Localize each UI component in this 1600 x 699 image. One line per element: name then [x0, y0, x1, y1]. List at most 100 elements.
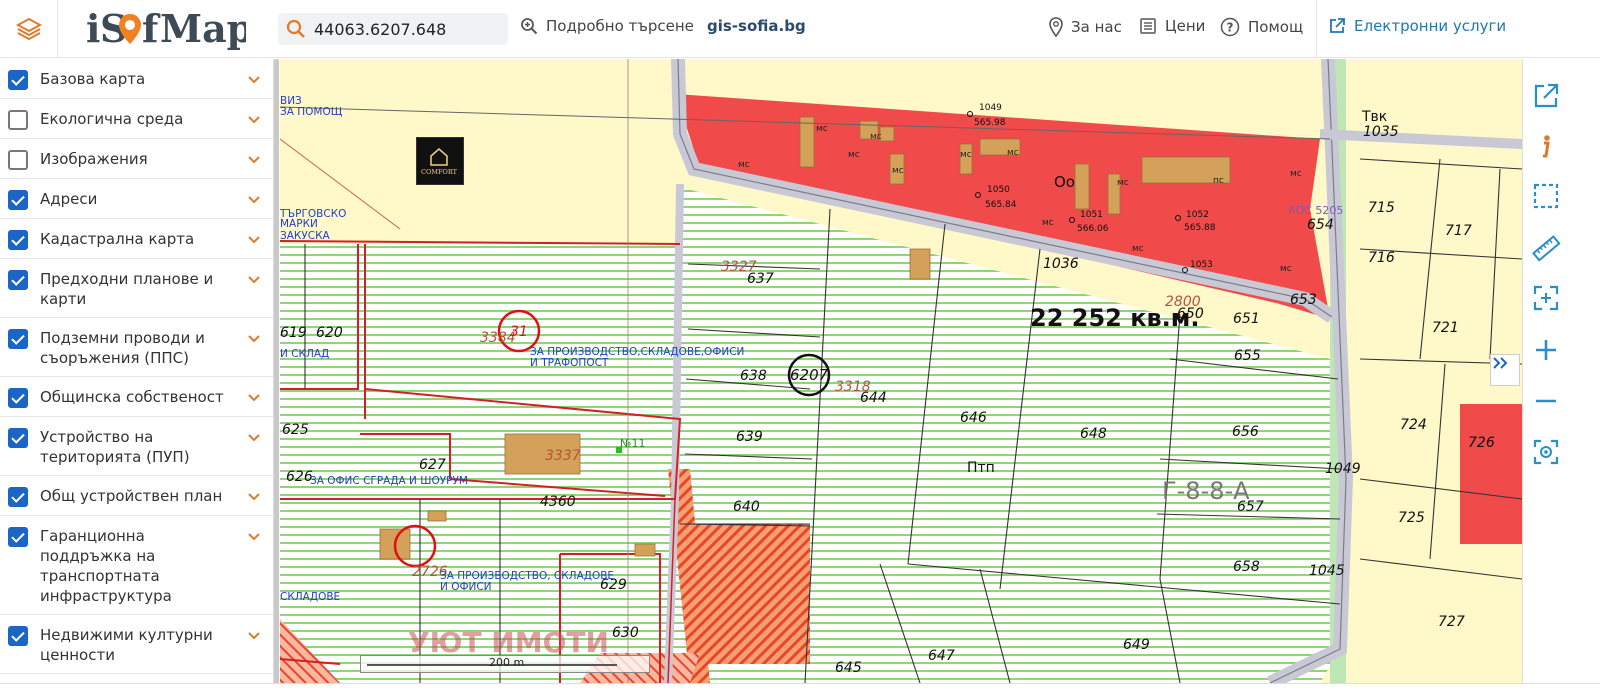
layer-checkbox[interactable] [8, 270, 28, 290]
svg-text:мс: мс [892, 166, 904, 176]
map-canvas[interactable]: мс мс мс мс мс мс мс мс пс мс мс мс мс 1049 565.9… [280, 59, 1522, 683]
measure-button[interactable] [1529, 231, 1563, 265]
layer-row[interactable]: Предходни планове и карти [0, 259, 273, 318]
layer-row[interactable]: Изображения [0, 139, 273, 179]
chevron-down-icon[interactable] [247, 530, 261, 544]
layer-checkbox[interactable] [8, 428, 28, 448]
parcel-label: 725 [1398, 510, 1425, 526]
parcel-label: 647 [928, 648, 955, 664]
chevron-down-icon[interactable] [247, 153, 261, 167]
price-list-icon [1140, 18, 1156, 34]
svg-text:пс: пс [1213, 176, 1224, 186]
locate-button[interactable] [1529, 435, 1563, 469]
chevron-down-icon[interactable] [247, 332, 261, 346]
layer-checkbox[interactable] [8, 150, 28, 170]
parcel-label: 639 [736, 429, 763, 445]
layer-row[interactable]: Общ устройствен план [0, 476, 273, 516]
select-area-button[interactable] [1529, 179, 1563, 213]
layer-row[interactable]: Общинска собственост [0, 377, 273, 417]
layer-row[interactable]: Базова карта [0, 59, 273, 99]
parcel-label: 648 [1080, 426, 1107, 442]
chevron-down-icon[interactable] [247, 273, 261, 287]
layer-row[interactable]: Гаранционна поддръжка на транспортната и… [0, 516, 273, 615]
layer-checkbox[interactable] [8, 527, 28, 547]
layers-toggle-button[interactable] [0, 0, 58, 58]
layer-checkbox[interactable] [8, 190, 28, 210]
layer-checkbox[interactable] [8, 70, 28, 90]
regulation-text: СКЛАДОВЕ [280, 591, 340, 603]
parcel-label: 658 [1233, 559, 1260, 575]
regulation-text: И СКЛАД [280, 348, 329, 360]
layer-row[interactable]: Адреси [0, 179, 273, 219]
parcel-label: 715 [1368, 200, 1395, 216]
parcel-label: 727 [1438, 614, 1465, 630]
parcel-label: 625 [282, 422, 309, 438]
gis-sofia-link[interactable]: gis-sofia.bg [707, 17, 806, 35]
eservices-link[interactable]: Електронни услуги [1328, 17, 1506, 35]
chevron-down-icon[interactable] [247, 431, 261, 445]
layer-checkbox[interactable] [8, 230, 28, 250]
layer-checkbox[interactable] [8, 110, 28, 130]
chevron-down-icon[interactable] [247, 490, 261, 504]
parcel-label: 653 [1290, 292, 1317, 308]
double-chevron-right-icon [1493, 357, 1508, 369]
parcel-label: 655 [1234, 348, 1261, 364]
locate-icon [1533, 439, 1559, 465]
info-button[interactable] [1529, 129, 1563, 163]
layer-label: Предходни планове и карти [40, 270, 214, 308]
advanced-search-link[interactable]: Подробно търсене [520, 17, 694, 35]
layer-row[interactable]: Екологична среда [0, 99, 273, 139]
parcel-label: 656 [1232, 424, 1259, 440]
layer-checkbox[interactable] [8, 329, 28, 349]
about-link[interactable]: За нас [1049, 17, 1122, 37]
layer-row[interactable]: Подземни проводи и съоръжения (ППС) [0, 318, 273, 377]
zone-label: Г-8-8-А [1162, 477, 1250, 505]
app-logo[interactable]: i S f Map [86, 6, 253, 52]
fullscreen-button[interactable] [1529, 281, 1563, 315]
chevron-down-icon[interactable] [247, 629, 261, 643]
zoom-out-button[interactable] [1529, 384, 1563, 418]
search-box[interactable] [278, 13, 508, 45]
zone-label: Твк [1361, 109, 1387, 125]
parcel-label: 645 [835, 660, 862, 676]
zoom-out-icon [1536, 399, 1556, 403]
chevron-down-icon[interactable] [247, 233, 261, 247]
about-label: За нас [1071, 18, 1122, 36]
map-toolbar [1522, 59, 1600, 683]
layer-checkbox[interactable] [8, 487, 28, 507]
search-input[interactable] [314, 19, 494, 39]
layer-label: Кадастрална карта [40, 230, 195, 248]
layer-row[interactable]: Кадастрална карта [0, 219, 273, 259]
chevron-down-icon[interactable] [247, 193, 261, 207]
toolbar-collapse-button[interactable] [1490, 354, 1520, 386]
svg-text:565.84: 565.84 [985, 200, 1017, 210]
chevron-down-icon[interactable] [247, 391, 261, 405]
parcel-label: 717 [1445, 223, 1472, 239]
svg-text:1050: 1050 [987, 185, 1010, 195]
chevron-down-icon[interactable] [247, 113, 261, 127]
chevron-down-icon[interactable] [247, 73, 261, 87]
regulation-text: МАРКИ [280, 218, 318, 230]
svg-text:565.98: 565.98 [974, 118, 1006, 128]
svg-text:?: ? [1227, 21, 1234, 35]
parcel-label: 651 [1233, 311, 1260, 327]
layer-label: Общинска собственост [40, 388, 224, 406]
svg-text:1053: 1053 [1190, 260, 1213, 270]
layer-label: Недвижими културни ценности [40, 626, 213, 664]
parcel-label: 649 [1123, 637, 1150, 653]
help-link[interactable]: ? Помощ [1220, 17, 1303, 37]
zoom-in-button[interactable] [1529, 333, 1563, 367]
parcel-label: 646 [960, 410, 987, 426]
layer-row[interactable]: Недвижими културни ценности [0, 615, 273, 674]
layer-row[interactable]: Устройство на територията (ПУП) [0, 417, 273, 476]
advanced-search-label: Подробно търсене [546, 17, 694, 35]
parcel-label: 721 [1432, 320, 1459, 336]
layer-checkbox[interactable] [8, 626, 28, 646]
regulation-text: ЗА ПОМОЩ [280, 106, 343, 118]
eservices-label: Електронни услуги [1354, 17, 1507, 35]
layer-checkbox[interactable] [8, 388, 28, 408]
prices-link[interactable]: Цени [1139, 17, 1205, 35]
sidebar-scrollbar[interactable] [274, 59, 279, 684]
svg-text:1051: 1051 [1080, 210, 1103, 220]
share-button[interactable] [1529, 79, 1563, 113]
